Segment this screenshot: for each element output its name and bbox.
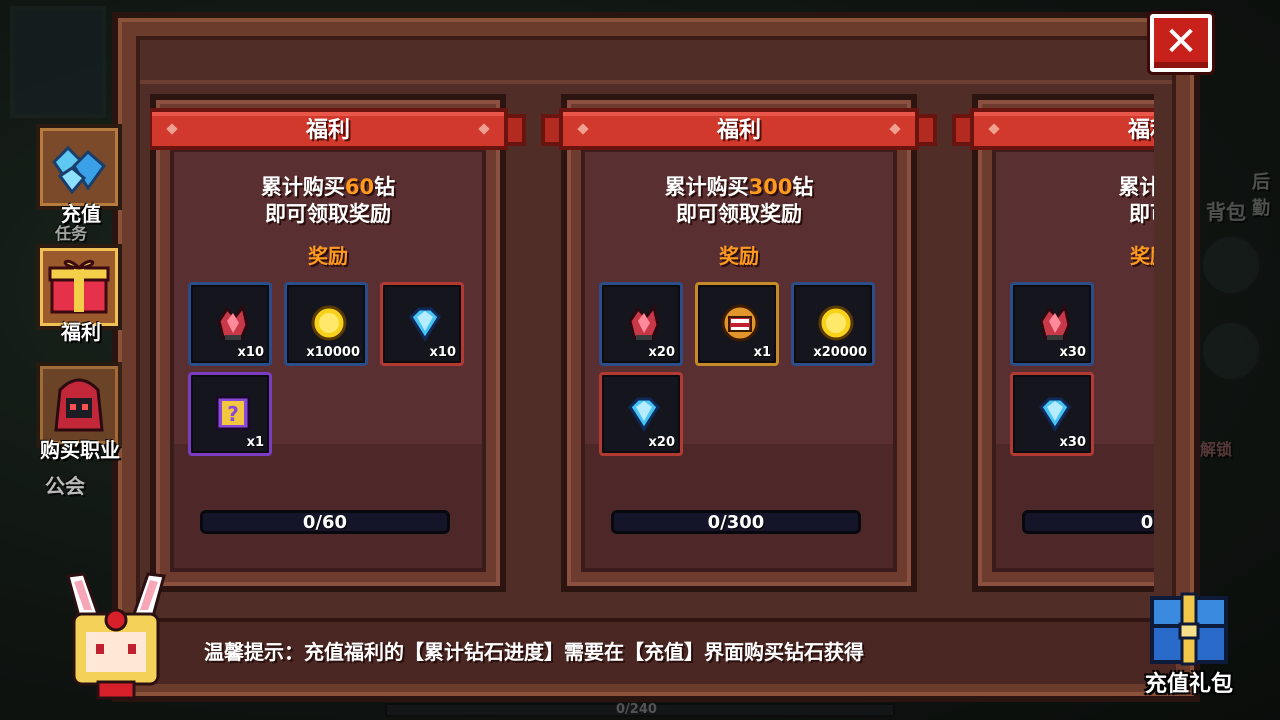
tab-buy-class[interactable]: 购买职业 公会: [36, 362, 126, 498]
card-progress-bar: 0: [1022, 510, 1154, 534]
reward-heading: 奖励: [719, 244, 759, 268]
card-requirement: 累计购: [972, 174, 1155, 201]
reward-item-slot[interactable]: x20: [599, 282, 683, 366]
treasure-chest-icon: [1150, 592, 1228, 666]
reward-item-slot[interactable]: ? x1: [188, 372, 272, 456]
card-ribbon-title: 福利: [716, 118, 761, 143]
close-icon: ✕: [1164, 19, 1198, 65]
card-ribbon: 福利: [952, 108, 1154, 154]
card-progress-bar: 0/60: [200, 510, 450, 534]
card-requirement-line2: 即可领取奖励: [676, 202, 802, 226]
diamond-pile-icon: [52, 145, 107, 195]
hooded-hero-icon: [54, 378, 104, 432]
recharge-gift-button[interactable]: 充值礼包: [1130, 590, 1248, 702]
progress-text: 0/60: [302, 512, 348, 533]
reward-item-slot[interactable]: x10000: [284, 282, 368, 366]
reward-item-slot[interactable]: x1: [695, 282, 779, 366]
gift-box-icon: [48, 259, 110, 314]
reward-item-slot[interactable]: x10: [188, 282, 272, 366]
svg-text:?: ?: [227, 402, 239, 426]
req-prefix: 累计购买: [260, 175, 345, 199]
card-ribbon: 福利: [150, 108, 526, 154]
recharge-gift-label: 充值礼包: [1144, 672, 1233, 697]
reward-item-qty: x1: [246, 435, 264, 450]
reward-card: 福利累计购即可奖励 x30 x30 0: [952, 94, 1155, 594]
card-requirement-line2: 即可: [1129, 202, 1154, 226]
reward-item-qty: x30: [1059, 435, 1086, 450]
reward-heading: 奖励: [308, 244, 348, 268]
reward-item-qty: x20000: [813, 345, 867, 360]
progress-text: 0: [1140, 512, 1154, 533]
tip-text: 温馨提示：充值福利的【累计钻石进度】需要在【充值】界面购买钻石获得: [204, 640, 864, 664]
reward-item-qty: x20: [648, 345, 675, 360]
tab-welfare[interactable]: 福利: [36, 244, 126, 344]
card-ribbon-title: 福利: [305, 118, 350, 143]
card-requirement: 累计购买60钻: [150, 174, 506, 201]
reward-item-slot[interactable]: x10: [380, 282, 464, 366]
req-suffix: 钻: [792, 175, 814, 199]
req-suffix: 钻: [374, 175, 396, 199]
reward-item-qty: x30: [1059, 345, 1086, 360]
card-progress-bar: 0/300: [611, 510, 861, 534]
reward-item-slot[interactable]: x20000: [791, 282, 875, 366]
reward-item-slot[interactable]: x30: [1010, 282, 1094, 366]
game-screen: A级 背包 后勤 解锁 0/240 福利累计购买60钻即可领取奖励奖励x10x1…: [0, 0, 1280, 720]
card-ribbon-title: 福利: [1127, 118, 1154, 143]
progress-text: 0/300: [707, 512, 765, 533]
tab-welfare-label: 福利: [61, 320, 101, 344]
tab-recharge[interactable]: 充值 任务: [36, 124, 126, 243]
tab-task-behind-label: 任务: [54, 224, 87, 243]
reward-card: 福利 累计购买300钻 即可领取奖励 奖励 x20 x1 x20000 x20 0/300: [541, 94, 937, 594]
reward-heading: 奖励: [1130, 244, 1154, 268]
reward-item-qty: x10: [237, 345, 264, 360]
card-requirement: 累计购买300钻: [561, 174, 917, 201]
reward-card-scroller[interactable]: 福利 累计购买60钻 即可领取奖励 奖励 x10 x10000 x10? x1 0/60 福利 累计…: [150, 90, 1154, 600]
reward-item-qty: x10000: [306, 345, 360, 360]
req-amount: 60: [344, 175, 375, 199]
reward-card: 福利 累计购买60钻 即可领取奖励 奖励 x10 x10000 x10? x1 0/60: [150, 94, 526, 594]
close-button[interactable]: ✕: [1150, 14, 1212, 72]
bunny-girl-mascot-icon: [66, 572, 166, 700]
req-prefix: 累计购买: [664, 175, 749, 199]
reward-item-qty: x10: [429, 345, 456, 360]
tab-buy-class-label: 购买职业: [40, 438, 120, 462]
reward-item-qty: x20: [648, 435, 675, 450]
req-prefix: 累计购: [1118, 175, 1155, 199]
tab-guild-behind-label: 公会: [45, 474, 85, 498]
card-requirement-line2: 即可领取奖励: [265, 202, 391, 226]
reward-item-slot[interactable]: x30: [1010, 372, 1094, 456]
reward-item-qty: x1: [753, 345, 771, 360]
reward-item-slot[interactable]: x20: [599, 372, 683, 456]
card-ribbon: 福利: [541, 108, 937, 154]
req-amount: 300: [748, 175, 793, 199]
